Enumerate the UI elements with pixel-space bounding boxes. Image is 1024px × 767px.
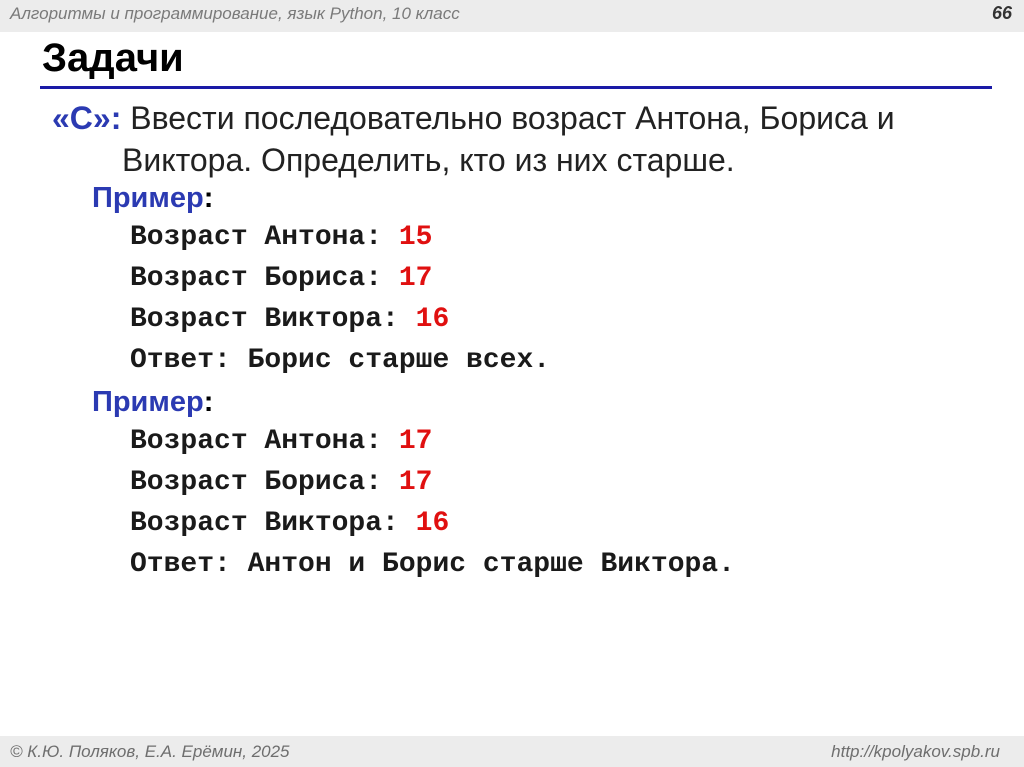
example-label-text: Пример — [92, 386, 204, 418]
input-value: 17 — [398, 426, 433, 457]
title-divider — [40, 86, 992, 89]
example-1-line-1: Возраст Антона: 15 — [130, 222, 433, 253]
page-number: 66 — [991, 3, 1012, 23]
task-line-1: Ввести последовательно возраст Антона, Б… — [130, 100, 895, 136]
example-label-2: Пример: — [92, 386, 214, 418]
input-value: 15 — [398, 222, 433, 253]
slide-title: Задачи — [42, 36, 184, 80]
example-2-line-1: Возраст Антона: 17 — [130, 426, 433, 457]
course-title: Алгоритмы и программирование, язык Pytho… — [10, 4, 460, 23]
input-value: 16 — [415, 304, 450, 335]
example-1-line-2: Возраст Бориса: 17 — [130, 263, 433, 294]
task-label: «C»: — [52, 100, 122, 136]
example-label-text: Пример — [92, 182, 204, 214]
copyright-text: © К.Ю. Поляков, Е.А. Ерёмин, 2025 — [10, 742, 290, 761]
example-label-1: Пример: — [92, 182, 214, 214]
task-statement: «C»: Ввести последовательно возраст Анто… — [52, 97, 982, 181]
task-line-2: Виктора. Определить, кто из них старше. — [122, 142, 735, 178]
example-2-line-2: Возраст Бориса: 17 — [130, 467, 433, 498]
input-value: 16 — [415, 508, 450, 539]
example-1-line-3: Возраст Виктора: 16 — [130, 304, 450, 335]
example-2-line-3: Возраст Виктора: 16 — [130, 508, 450, 539]
site-link[interactable]: http://kpolyakov.spb.ru — [831, 742, 1000, 762]
input-value: 17 — [398, 263, 433, 294]
example-1-answer: Ответ: Борис старше всех. — [130, 345, 551, 376]
input-value: 17 — [398, 467, 433, 498]
example-2-answer: Ответ: Антон и Борис старше Виктора. — [130, 549, 735, 580]
